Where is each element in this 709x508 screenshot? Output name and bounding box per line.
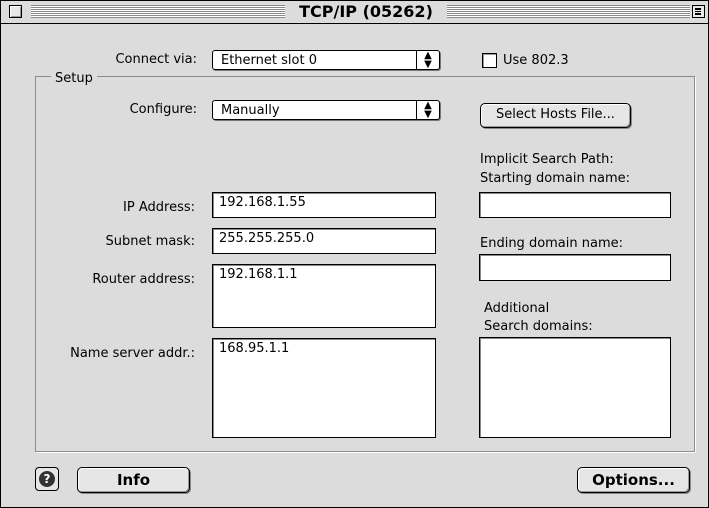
starting-domain-label: Starting domain name:	[480, 171, 631, 186]
starting-domain-field[interactable]	[479, 192, 671, 218]
connect-via-popup[interactable]: Ethernet slot 0 ▲ ▼	[212, 50, 440, 70]
tcpip-window: TCP/IP (05262) Connect via: Ethernet slo…	[0, 0, 709, 508]
help-button[interactable]: ?	[35, 467, 59, 491]
name-server-field[interactable]: 168.95.1.1	[212, 338, 436, 438]
name-server-label: Name server addr.:	[70, 346, 195, 361]
setup-group-title: Setup	[51, 71, 97, 86]
window-title: TCP/IP (05262)	[299, 2, 433, 21]
implicit-search-path-label: Implicit Search Path:	[480, 152, 614, 167]
search-domains-field[interactable]	[479, 337, 671, 438]
info-button[interactable]: Info	[77, 467, 190, 493]
ending-domain-label: Ending domain name:	[480, 236, 624, 251]
title-stripes-left	[31, 5, 285, 18]
select-hosts-file-button[interactable]: Select Hosts File...	[480, 103, 631, 128]
title-stripes-right	[447, 5, 690, 18]
additional-label: Additional	[484, 301, 550, 316]
configure-value: Manually	[221, 103, 280, 118]
configure-popup[interactable]: Manually ▲ ▼	[212, 100, 440, 120]
help-icon: ?	[39, 471, 55, 487]
connect-via-label: Connect via:	[115, 52, 197, 67]
connect-via-value: Ethernet slot 0	[221, 53, 317, 68]
up-down-arrows-icon: ▲ ▼	[416, 51, 439, 70]
ip-address-label: IP Address:	[123, 200, 195, 215]
router-address-field[interactable]: 192.168.1.1	[212, 264, 436, 328]
use-802-3-label: Use 802.3	[503, 53, 569, 68]
subnet-mask-label: Subnet mask:	[105, 234, 195, 249]
configure-label: Configure:	[129, 102, 197, 117]
title-bar[interactable]: TCP/IP (05262)	[1, 1, 708, 24]
router-address-label: Router address:	[92, 272, 195, 287]
close-box-icon[interactable]	[9, 5, 22, 18]
search-domains-label: Search domains:	[484, 319, 593, 334]
ending-domain-field[interactable]	[479, 254, 671, 281]
use-802-3-checkbox[interactable]	[482, 53, 497, 68]
options-button[interactable]: Options...	[577, 467, 690, 493]
ip-address-field[interactable]: 192.168.1.55	[212, 192, 436, 218]
subnet-mask-field[interactable]: 255.255.255.0	[212, 228, 436, 254]
window-shade-icon[interactable]	[692, 5, 705, 18]
up-down-arrows-icon: ▲ ▼	[416, 101, 439, 120]
